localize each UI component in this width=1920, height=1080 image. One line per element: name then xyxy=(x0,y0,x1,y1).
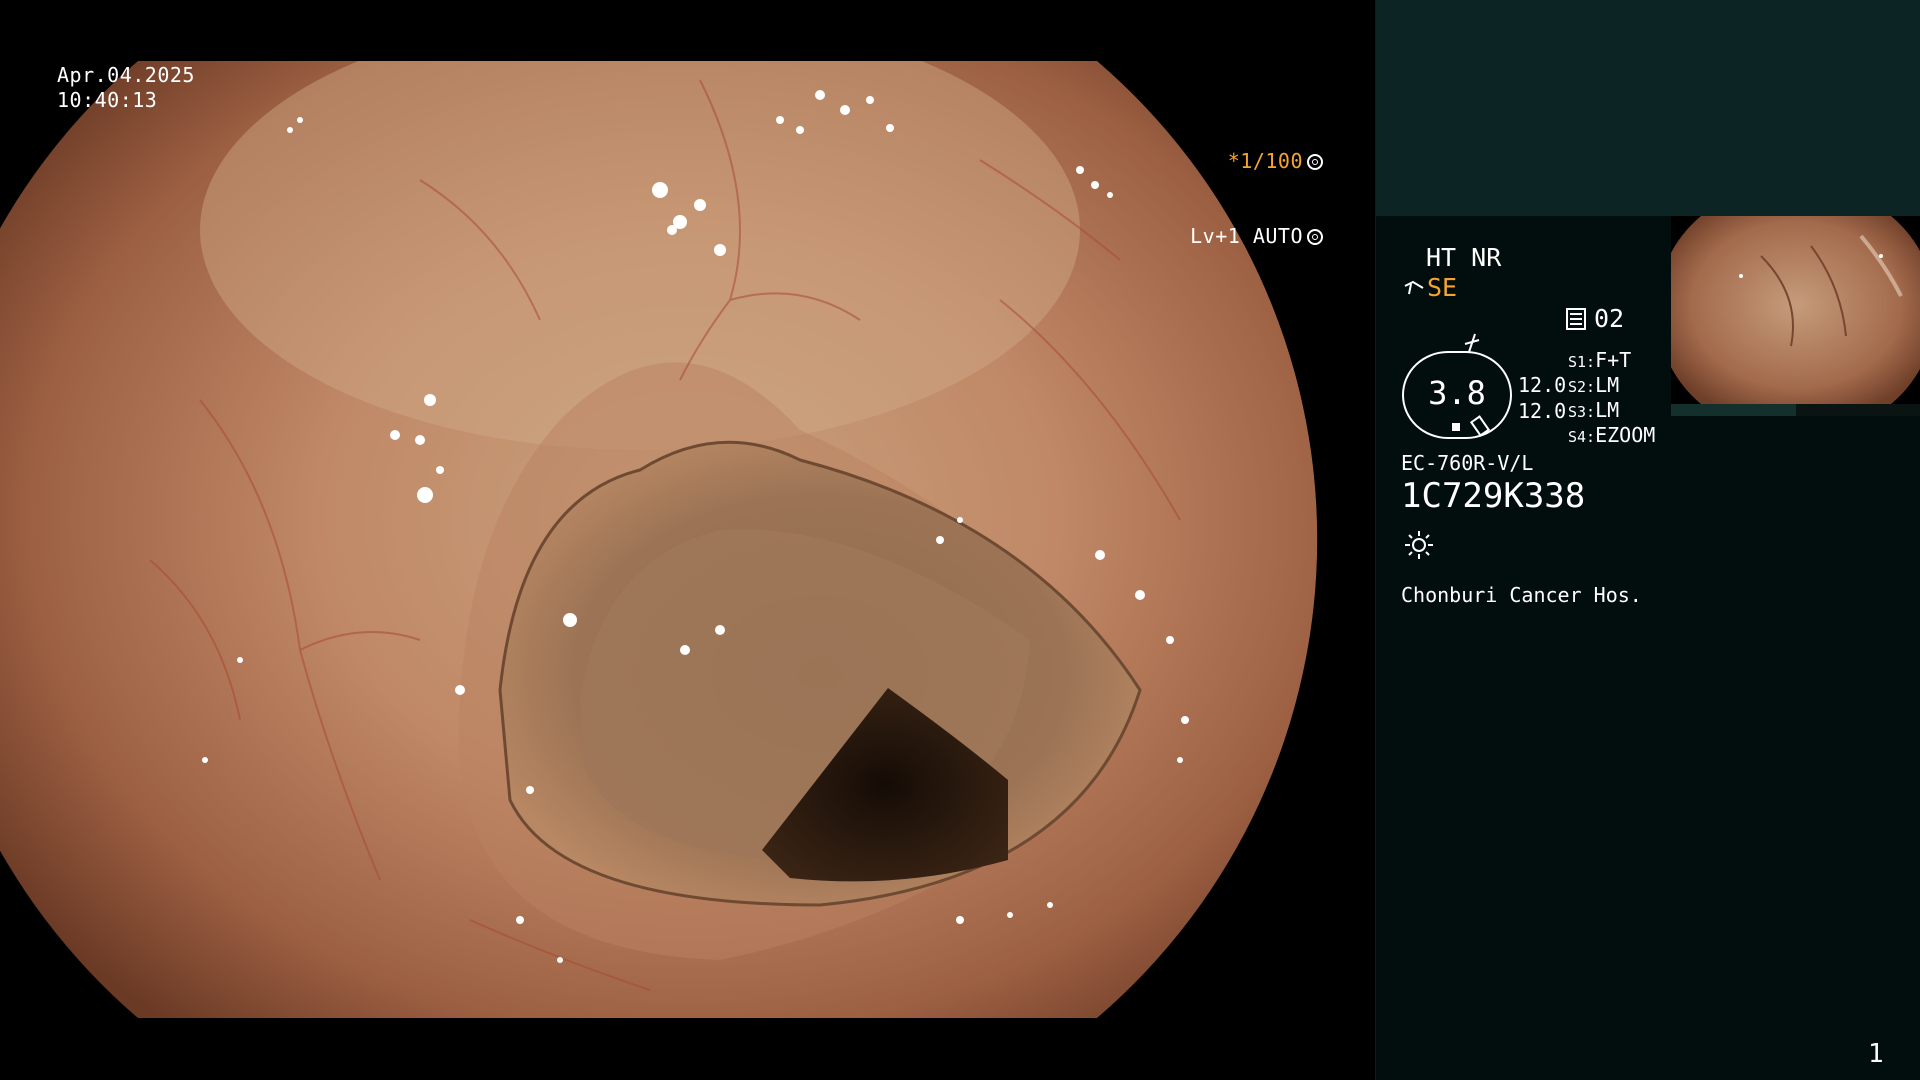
switch-row-4: S4:EZOOM xyxy=(1568,423,1655,449)
ht-nr-label: HT NR xyxy=(1426,243,1502,272)
endoscope-view: Apr.04.2025 10:40:13 *1/100 Lv+1 AUTO xyxy=(0,0,1375,1080)
enhance-mode-row: SE xyxy=(1403,274,1457,302)
memory-label: 02 xyxy=(1594,304,1625,333)
switch-key: S3: xyxy=(1568,403,1596,421)
zoom-badge: 3.8 xyxy=(1402,351,1512,439)
page-number: 1 xyxy=(1868,1039,1884,1069)
time-label: 10:40:13 xyxy=(57,88,158,112)
zoom-pen-icon xyxy=(1469,415,1491,437)
hospital-name: Chonburi Cancer Hos. xyxy=(1401,583,1642,607)
light-source-icon xyxy=(1405,531,1433,559)
shutter-icon xyxy=(1307,153,1323,170)
patient-info-area xyxy=(1376,0,1920,216)
structure-enhance-icon xyxy=(1404,280,1424,295)
thumbnail-image xyxy=(1671,216,1920,404)
switch-row-3: S3:LM xyxy=(1568,398,1619,424)
info-panel: HT NR SE 02 3.8 12.0 12.0 S1:F+T S2:LM S… xyxy=(1375,0,1920,1080)
zoom-value: 3.8 xyxy=(1428,374,1486,412)
switch-value: LM xyxy=(1595,398,1620,422)
date-label: Apr.04.2025 xyxy=(57,63,195,87)
ratio-top: 12.0 xyxy=(1518,373,1567,397)
memory-icon xyxy=(1566,308,1586,330)
switch-value: EZOOM xyxy=(1595,423,1656,447)
brightness-level-label: Lv+1 AUTO xyxy=(1190,224,1303,248)
scope-model: EC-760R-V/L xyxy=(1401,451,1534,475)
switch-row-2: S2:LM xyxy=(1568,373,1619,399)
switch-key: S4: xyxy=(1568,428,1596,446)
endoscope-image xyxy=(0,61,1318,1018)
switch-value: LM xyxy=(1595,373,1620,397)
ratio-bottom: 12.0 xyxy=(1518,399,1567,423)
capture-thumbnail[interactable] xyxy=(1671,216,1920,414)
shutter-speed-label: *1/100 xyxy=(1227,149,1303,173)
switch-row-1: S1:F+T xyxy=(1568,348,1631,374)
enhance-mode-label: SE xyxy=(1427,273,1458,302)
auto-iris-icon xyxy=(1307,228,1323,245)
thumbnail-caption-bar xyxy=(1671,404,1920,416)
memory-row: 02 xyxy=(1566,305,1624,333)
zoom-indicator-mark xyxy=(1452,423,1460,431)
date-time: Apr.04.2025 10:40:13 xyxy=(57,63,195,113)
switch-value: F+T xyxy=(1595,348,1632,372)
scope-serial: 1C729K338 xyxy=(1401,476,1586,516)
switch-key: S2: xyxy=(1568,378,1596,396)
switch-key: S1: xyxy=(1568,353,1596,371)
exposure-readout: *1/100 Lv+1 AUTO xyxy=(1190,99,1323,299)
